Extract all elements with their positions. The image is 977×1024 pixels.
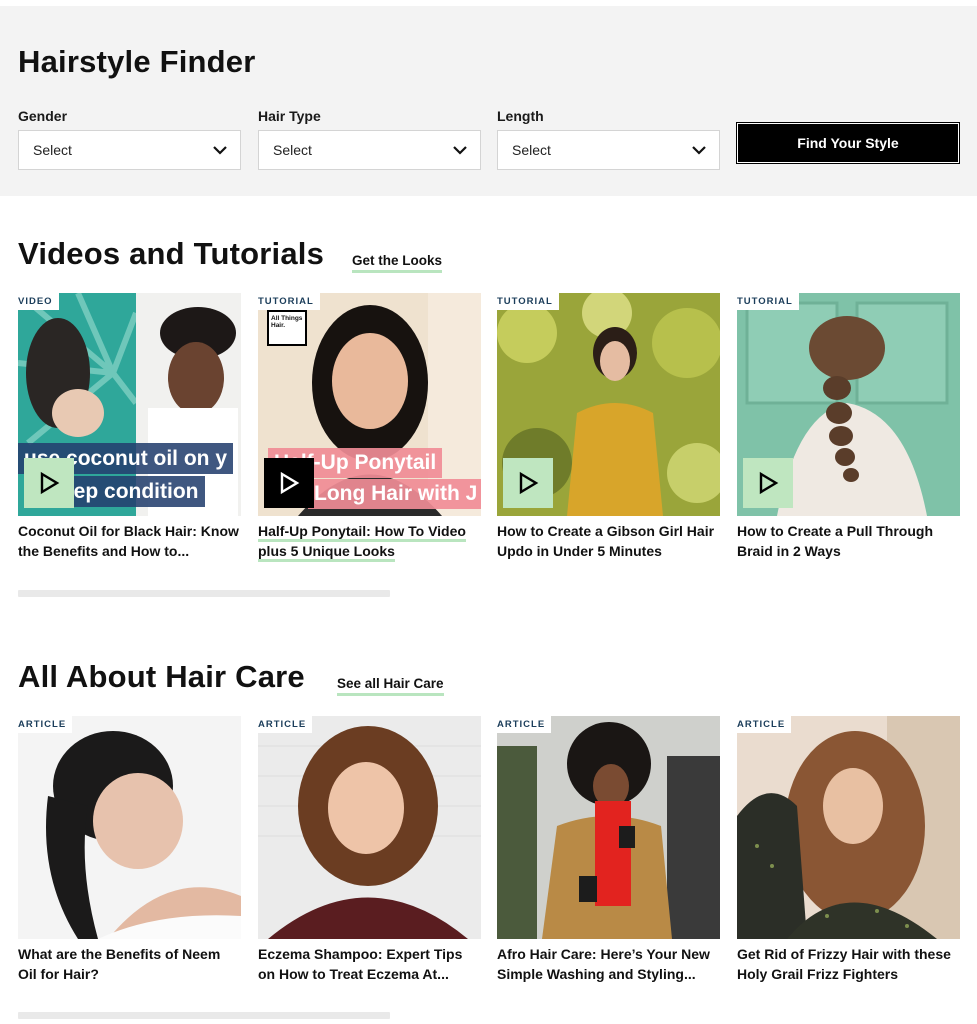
article-card[interactable]: ARTICLE Eczema Shampoo: Expert Tips on H…	[258, 716, 481, 984]
see-all-hair-care-link[interactable]: See all Hair Care	[337, 676, 444, 696]
article-card[interactable]: ARTICLE Get Rid of Frizzy Hair with thes…	[737, 716, 960, 984]
article-thumbnail-image	[258, 716, 481, 939]
video-card[interactable]: TUTORIAL How to Create a Gibson Girl Hai…	[497, 293, 720, 561]
chevron-down-icon	[213, 146, 227, 155]
content-type-badge: TUTORIAL	[258, 293, 320, 310]
gender-select-value: Select	[33, 142, 72, 158]
card-title[interactable]: How to Create a Gibson Girl Hair Updo in…	[497, 521, 720, 561]
hair-type-label: Hair Type	[258, 108, 321, 124]
article-thumbnail[interactable]: ARTICLE	[258, 716, 481, 939]
card-title[interactable]: What are the Benefits of Neem Oil for Ha…	[18, 944, 241, 984]
content-type-badge: VIDEO	[18, 293, 59, 310]
play-button[interactable]	[743, 458, 793, 508]
gender-select[interactable]: Select	[18, 130, 241, 170]
length-filter: Length Select	[497, 108, 720, 170]
content-type-badge: TUTORIAL	[737, 293, 799, 310]
video-card[interactable]: use coconut oil on y eep condition VIDEO…	[18, 293, 241, 561]
length-label: Length	[497, 108, 544, 124]
card-title[interactable]: Half-Up Ponytail: How To Video plus 5 Un…	[258, 521, 481, 562]
video-card[interactable]: All Things Hair. Half-Up Ponytail Long H…	[258, 293, 481, 562]
gender-filter: Gender Select	[18, 108, 241, 170]
card-title[interactable]: Afro Hair Care: Here’s Your New Simple W…	[497, 944, 720, 984]
content-type-badge: TUTORIAL	[497, 293, 559, 310]
article-thumbnail-image	[737, 716, 960, 939]
article-thumbnail[interactable]: ARTICLE	[737, 716, 960, 939]
content-type-badge: ARTICLE	[18, 716, 73, 733]
video-thumbnail[interactable]: All Things Hair. Half-Up Ponytail Long H…	[258, 293, 481, 516]
card-title-text[interactable]: Half-Up Ponytail: How To Video plus 5 Un…	[258, 523, 466, 562]
card-title[interactable]: Get Rid of Frizzy Hair with these Holy G…	[737, 944, 960, 984]
video-overlay-caption: Long Hair with J	[308, 479, 481, 509]
play-icon	[759, 471, 779, 495]
find-your-style-button[interactable]: Find Your Style	[736, 122, 960, 164]
finder-title: Hairstyle Finder	[18, 44, 256, 79]
chevron-down-icon	[453, 146, 467, 155]
haircare-section-title: All About Hair Care	[18, 659, 305, 694]
card-title[interactable]: How to Create a Pull Through Braid in 2 …	[737, 521, 960, 561]
video-thumbnail[interactable]: TUTORIAL	[497, 293, 720, 516]
chevron-down-icon	[692, 146, 706, 155]
play-button[interactable]	[503, 458, 553, 508]
hair-type-select-value: Select	[273, 142, 312, 158]
carousel-scrollbar[interactable]	[18, 1012, 390, 1019]
content-type-badge: ARTICLE	[737, 716, 792, 733]
videos-section-title: Videos and Tutorials	[18, 236, 325, 271]
play-icon	[40, 471, 60, 495]
article-card[interactable]: ARTICLE Afro Hair Care: Here’s Your New …	[497, 716, 720, 984]
video-thumbnail[interactable]: TUTORIAL	[737, 293, 960, 516]
gender-label: Gender	[18, 108, 68, 124]
hairstyle-finder-panel: Hairstyle Finder Gender Select Hair Type…	[0, 6, 977, 196]
content-type-badge: ARTICLE	[497, 716, 552, 733]
hair-type-select[interactable]: Select	[258, 130, 481, 170]
article-thumbnail[interactable]: ARTICLE	[18, 716, 241, 939]
article-thumbnail-image	[497, 716, 720, 939]
content-type-badge: ARTICLE	[258, 716, 313, 733]
card-title[interactable]: Coconut Oil for Black Hair: Know the Ben…	[18, 521, 241, 561]
article-thumbnail[interactable]: ARTICLE	[497, 716, 720, 939]
article-card[interactable]: ARTICLE What are the Benefits of Neem Oi…	[18, 716, 241, 984]
all-things-hair-logo: All Things Hair.	[271, 315, 303, 329]
video-overlay-caption: eep condition	[56, 476, 205, 507]
hair-type-filter: Hair Type Select	[258, 108, 481, 170]
length-select-value: Select	[512, 142, 551, 158]
play-button[interactable]	[264, 458, 314, 508]
article-thumbnail-image	[18, 716, 241, 939]
play-icon	[280, 471, 300, 495]
card-title[interactable]: Eczema Shampoo: Expert Tips on How to Tr…	[258, 944, 481, 984]
play-icon	[519, 471, 539, 495]
get-the-looks-link[interactable]: Get the Looks	[352, 253, 443, 273]
video-card[interactable]: TUTORIAL How to Create a Pull Through Br…	[737, 293, 960, 561]
video-thumbnail[interactable]: use coconut oil on y eep condition VIDEO	[18, 293, 241, 516]
carousel-scrollbar[interactable]	[18, 590, 390, 597]
play-button[interactable]	[24, 458, 74, 508]
length-select[interactable]: Select	[497, 130, 720, 170]
